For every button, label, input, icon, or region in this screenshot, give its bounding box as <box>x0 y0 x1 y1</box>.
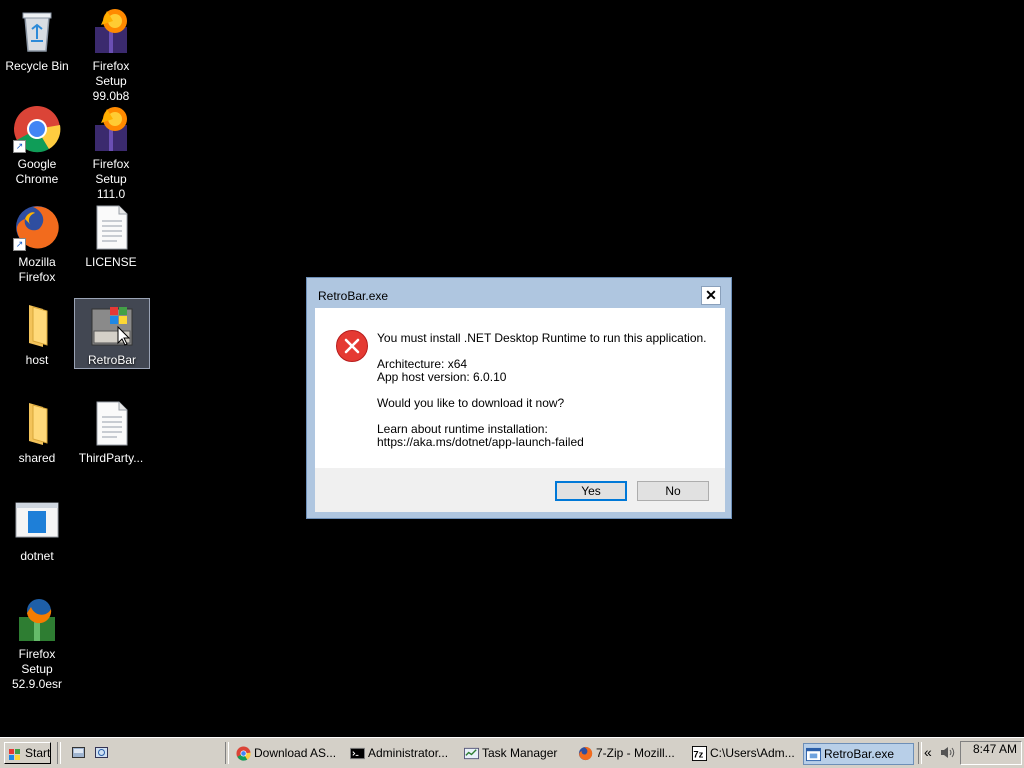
taskbar-button-label: 7-Zip - Mozill... <box>596 746 675 760</box>
desktop-icon-label: LICENSE <box>85 255 137 269</box>
taskbar-button-7zip-firefox[interactable]: 7-Zip - Mozill... <box>576 743 686 765</box>
yes-button[interactable]: Yes <box>555 481 627 501</box>
recycle-bin-icon <box>13 7 61 55</box>
desktop-icon-host[interactable]: host <box>0 301 74 368</box>
desktop-icon-dotnet[interactable]: dotnet <box>0 497 74 564</box>
error-dialog: RetroBar.exe ✕ You must install .NET Des… <box>306 277 732 519</box>
desktop-icon-recycle-bin[interactable]: Recycle Bin <box>0 7 74 74</box>
error-icon <box>336 330 368 362</box>
taskbar-button-label: RetroBar.exe <box>824 747 895 761</box>
taskbar-button-label: Download AS... <box>254 746 337 760</box>
svg-text:7z: 7z <box>693 749 703 759</box>
message-line: You must install .NET Desktop Runtime to… <box>377 331 707 345</box>
question-text: Would you like to download it now? <box>377 396 565 410</box>
firefox-icon: ↗ <box>13 203 61 251</box>
taskbar-button-administrator[interactable]: Administrator... <box>348 743 458 765</box>
clock[interactable]: 8:47 AM <box>973 742 1017 756</box>
text-file-icon <box>87 399 135 447</box>
taskbar-separator <box>57 742 61 764</box>
taskbar-button-task-manager[interactable]: Task Manager <box>462 743 572 765</box>
desktop-icon-label: Firefox Setup 99.0b8 <box>92 59 130 103</box>
taskbar-button-chrome[interactable]: Download AS... <box>234 743 344 765</box>
task-manager-icon <box>464 746 479 761</box>
window-icon <box>806 747 821 762</box>
desktop-icon-firefox-setup-52[interactable]: Firefox Setup 52.9.0esr <box>0 595 74 692</box>
taskbar-button-label: C:\Users\Adm... <box>710 746 795 760</box>
start-button[interactable]: Start <box>4 742 51 764</box>
desktop-icon-label: Firefox Setup 52.9.0esr <box>11 647 63 691</box>
start-label: Start <box>25 746 51 760</box>
desktop-icon-thirdparty[interactable]: ThirdParty... <box>74 399 148 466</box>
taskbar-button-label: Administrator... <box>368 746 449 760</box>
window-switch-icon[interactable] <box>95 747 108 758</box>
windows-logo-icon <box>9 747 21 760</box>
show-desktop-icon[interactable] <box>72 747 85 758</box>
text-file-icon <box>87 203 135 251</box>
desktop-icon-label: Firefox Setup 111.0 <box>92 157 130 201</box>
desktop-icon-firefox-setup-99[interactable]: Firefox Setup 99.0b8 <box>74 7 148 104</box>
installer-box-icon <box>87 7 135 55</box>
installer-box-icon <box>13 595 61 643</box>
desktop-icon-label: Mozilla Firefox <box>18 255 56 284</box>
chrome-icon <box>236 746 251 761</box>
desktop-icon-label: ThirdParty... <box>78 451 144 465</box>
host-version-text: App host version: 6.0.10 <box>377 370 507 384</box>
retrobar-icon <box>88 301 136 349</box>
taskbar: Start Download AS... Administrator... Ta… <box>0 737 1024 768</box>
desktop-icon-license[interactable]: LICENSE <box>74 203 148 270</box>
desktop-icon-label: shared <box>18 451 56 465</box>
no-button[interactable]: No <box>637 481 709 501</box>
desktop-icon-google-chrome[interactable]: ↗ Google Chrome <box>0 105 74 187</box>
chrome-icon: ↗ <box>13 105 61 153</box>
taskbar-separator <box>918 742 922 764</box>
taskbar-separator <box>225 742 229 764</box>
desktop-icon-label: RetroBar <box>87 353 137 367</box>
folder-icon <box>13 399 61 447</box>
dialog-client: You must install .NET Desktop Runtime to… <box>315 308 725 512</box>
dialog-titlebar[interactable]: RetroBar.exe ✕ <box>307 278 731 308</box>
desktop-icon-label: host <box>25 353 49 367</box>
desktop-icon-mozilla-firefox[interactable]: ↗ Mozilla Firefox <box>0 203 74 285</box>
taskbar-button-label: Task Manager <box>482 746 558 760</box>
shortcut-arrow-icon: ↗ <box>13 238 26 251</box>
taskbar-button-7zip-folder[interactable]: 7z C:\Users\Adm... <box>690 743 800 765</box>
message-area: You must install .NET Desktop Runtime to… <box>315 308 725 470</box>
shortcut-arrow-icon: ↗ <box>13 140 26 153</box>
folder-icon <box>13 301 61 349</box>
volume-icon[interactable] <box>940 746 956 762</box>
7zip-icon: 7z <box>692 746 707 761</box>
desktop-icon-label: Recycle Bin <box>5 59 69 73</box>
tray-expand-icon[interactable]: « <box>924 745 932 759</box>
desktop-icon-label: Google Chrome <box>15 157 59 186</box>
desktop-icon-label: dotnet <box>20 549 54 563</box>
desktop-icon-retrobar[interactable]: RetroBar <box>74 298 150 369</box>
cmd-icon <box>350 746 365 761</box>
close-icon[interactable]: ✕ <box>701 286 721 305</box>
help-link-text: https://aka.ms/dotnet/app-launch-failed <box>377 435 584 449</box>
system-tray: 8:47 AM <box>960 741 1022 765</box>
installer-box-icon <box>87 105 135 153</box>
firefox-icon <box>578 746 593 761</box>
dialog-title: RetroBar.exe <box>318 289 389 303</box>
desktop-icon-firefox-setup-111[interactable]: Firefox Setup 111.0 <box>74 105 148 202</box>
desktop-icon-shared[interactable]: shared <box>0 399 74 466</box>
taskbar-button-retrobar[interactable]: RetroBar.exe <box>803 743 914 765</box>
application-icon <box>13 497 61 545</box>
